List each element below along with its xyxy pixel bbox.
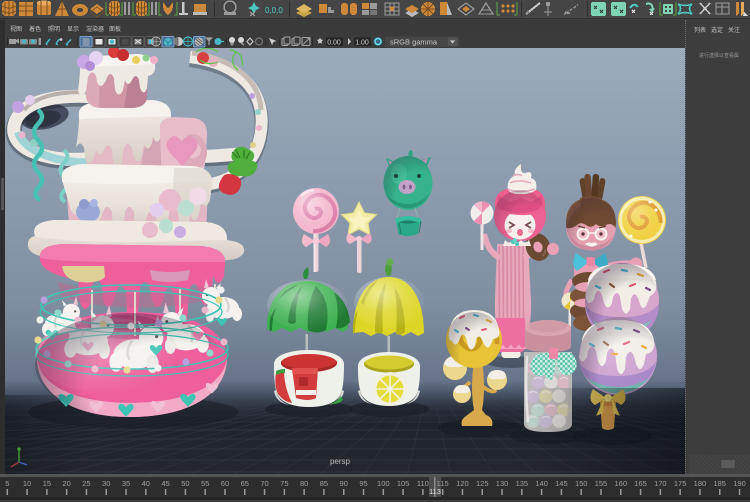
svg-text:0.00: 0.00 xyxy=(327,39,341,46)
svg-text:190: 190 xyxy=(733,479,746,488)
svg-text:5: 5 xyxy=(5,479,9,488)
svg-text:150: 150 xyxy=(575,479,588,488)
svg-text:155: 155 xyxy=(595,479,608,488)
svg-text:185: 185 xyxy=(713,479,726,488)
svg-text:100: 100 xyxy=(377,479,390,488)
svg-text:110: 110 xyxy=(417,479,429,488)
svg-text:75: 75 xyxy=(280,479,288,488)
svg-text:30: 30 xyxy=(102,479,110,488)
svg-text:165: 165 xyxy=(634,479,647,488)
svg-text:60: 60 xyxy=(221,479,229,488)
svg-text:40: 40 xyxy=(142,479,150,488)
svg-text:persp: persp xyxy=(330,457,351,466)
svg-text:1.00: 1.00 xyxy=(355,39,369,46)
svg-text:sRGB gamma: sRGB gamma xyxy=(390,38,438,47)
svg-text:20: 20 xyxy=(62,479,70,488)
svg-text:55: 55 xyxy=(201,479,209,488)
svg-text:135: 135 xyxy=(516,479,529,488)
svg-text:140: 140 xyxy=(535,479,548,488)
svg-text:120: 120 xyxy=(456,479,469,488)
svg-text:0,0,0: 0,0,0 xyxy=(265,6,283,15)
svg-text:160: 160 xyxy=(615,479,628,488)
svg-text:15: 15 xyxy=(43,479,51,488)
svg-text:95: 95 xyxy=(359,479,367,488)
svg-text:10: 10 xyxy=(23,479,31,488)
svg-text:175: 175 xyxy=(674,479,687,488)
svg-text:80: 80 xyxy=(300,479,308,488)
svg-text:70: 70 xyxy=(260,479,268,488)
svg-text:145: 145 xyxy=(555,479,568,488)
svg-text:45: 45 xyxy=(161,479,169,488)
svg-text:25: 25 xyxy=(82,479,90,488)
svg-text:85: 85 xyxy=(320,479,328,488)
svg-text:90: 90 xyxy=(340,479,348,488)
svg-text:50: 50 xyxy=(181,479,189,488)
svg-text:35: 35 xyxy=(122,479,130,488)
svg-text:105: 105 xyxy=(397,479,410,488)
svg-text:180: 180 xyxy=(694,479,707,488)
svg-text:130: 130 xyxy=(496,479,509,488)
svg-text:125: 125 xyxy=(476,479,489,488)
svg-text:113: 113 xyxy=(429,487,441,496)
svg-text:170: 170 xyxy=(654,479,667,488)
svg-text:65: 65 xyxy=(241,479,249,488)
